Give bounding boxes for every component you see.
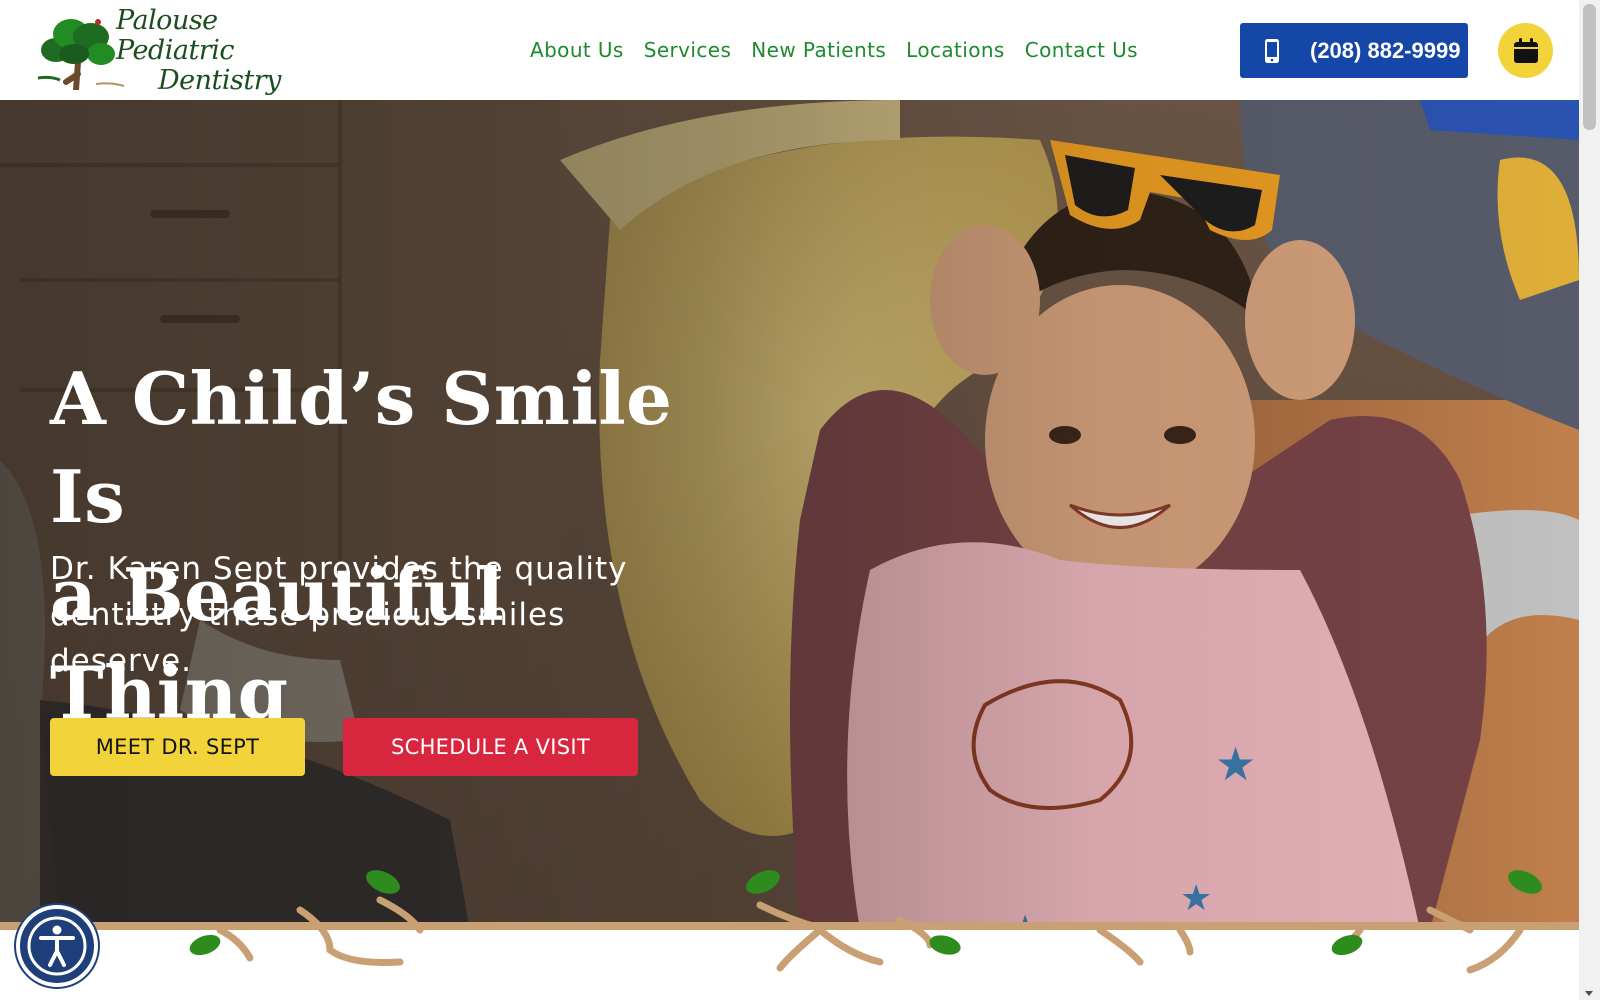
logo-line-1: Palouse Pediatric <box>116 5 234 66</box>
logo-wordmark: Palouse Pediatric Dentistry <box>116 6 306 96</box>
page-scrollbar[interactable] <box>1579 0 1600 1000</box>
mobile-phone-icon <box>1252 23 1292 78</box>
site-logo[interactable]: Palouse Pediatric Dentistry <box>36 6 306 96</box>
appointment-calendar-button[interactable] <box>1498 23 1553 78</box>
calendar-icon <box>1513 37 1538 63</box>
schedule-visit-button[interactable]: SCHEDULE A VISIT <box>343 718 638 776</box>
hero-section: ★ ★ ★ ★ A Child’s Smile Is a Beautiful T… <box>0 100 1579 930</box>
hero-subheadline: Dr. Karen Sept provides the quality dent… <box>50 551 628 679</box>
accessibility-person-icon <box>27 916 87 976</box>
site-header: Palouse Pediatric Dentistry About Us Ser… <box>0 0 1579 100</box>
scroll-down-arrow-icon[interactable] <box>1585 991 1593 996</box>
logo-line-2: Dentistry <box>158 65 281 96</box>
hero-headline-line-1: A Child’s Smile Is <box>50 356 673 539</box>
main-nav: About Us Services New Patients Locations… <box>530 30 1148 70</box>
nav-contact-us[interactable]: Contact Us <box>1015 38 1148 62</box>
nav-new-patients[interactable]: New Patients <box>741 38 896 62</box>
nav-services[interactable]: Services <box>634 38 742 62</box>
meet-dr-sept-button[interactable]: MEET DR. SEPT <box>50 718 305 776</box>
accessibility-button[interactable] <box>16 905 98 987</box>
scrollbar-thumb[interactable] <box>1583 4 1596 130</box>
nav-about-us[interactable]: About Us <box>530 38 634 62</box>
nav-locations[interactable]: Locations <box>896 38 1015 62</box>
tree-branch-divider <box>0 870 1579 1000</box>
phone-number: (208) 882-9999 <box>1310 37 1461 63</box>
phone-call-button[interactable]: (208) 882-9999 <box>1240 23 1468 78</box>
tree-logo-icon <box>37 19 125 90</box>
